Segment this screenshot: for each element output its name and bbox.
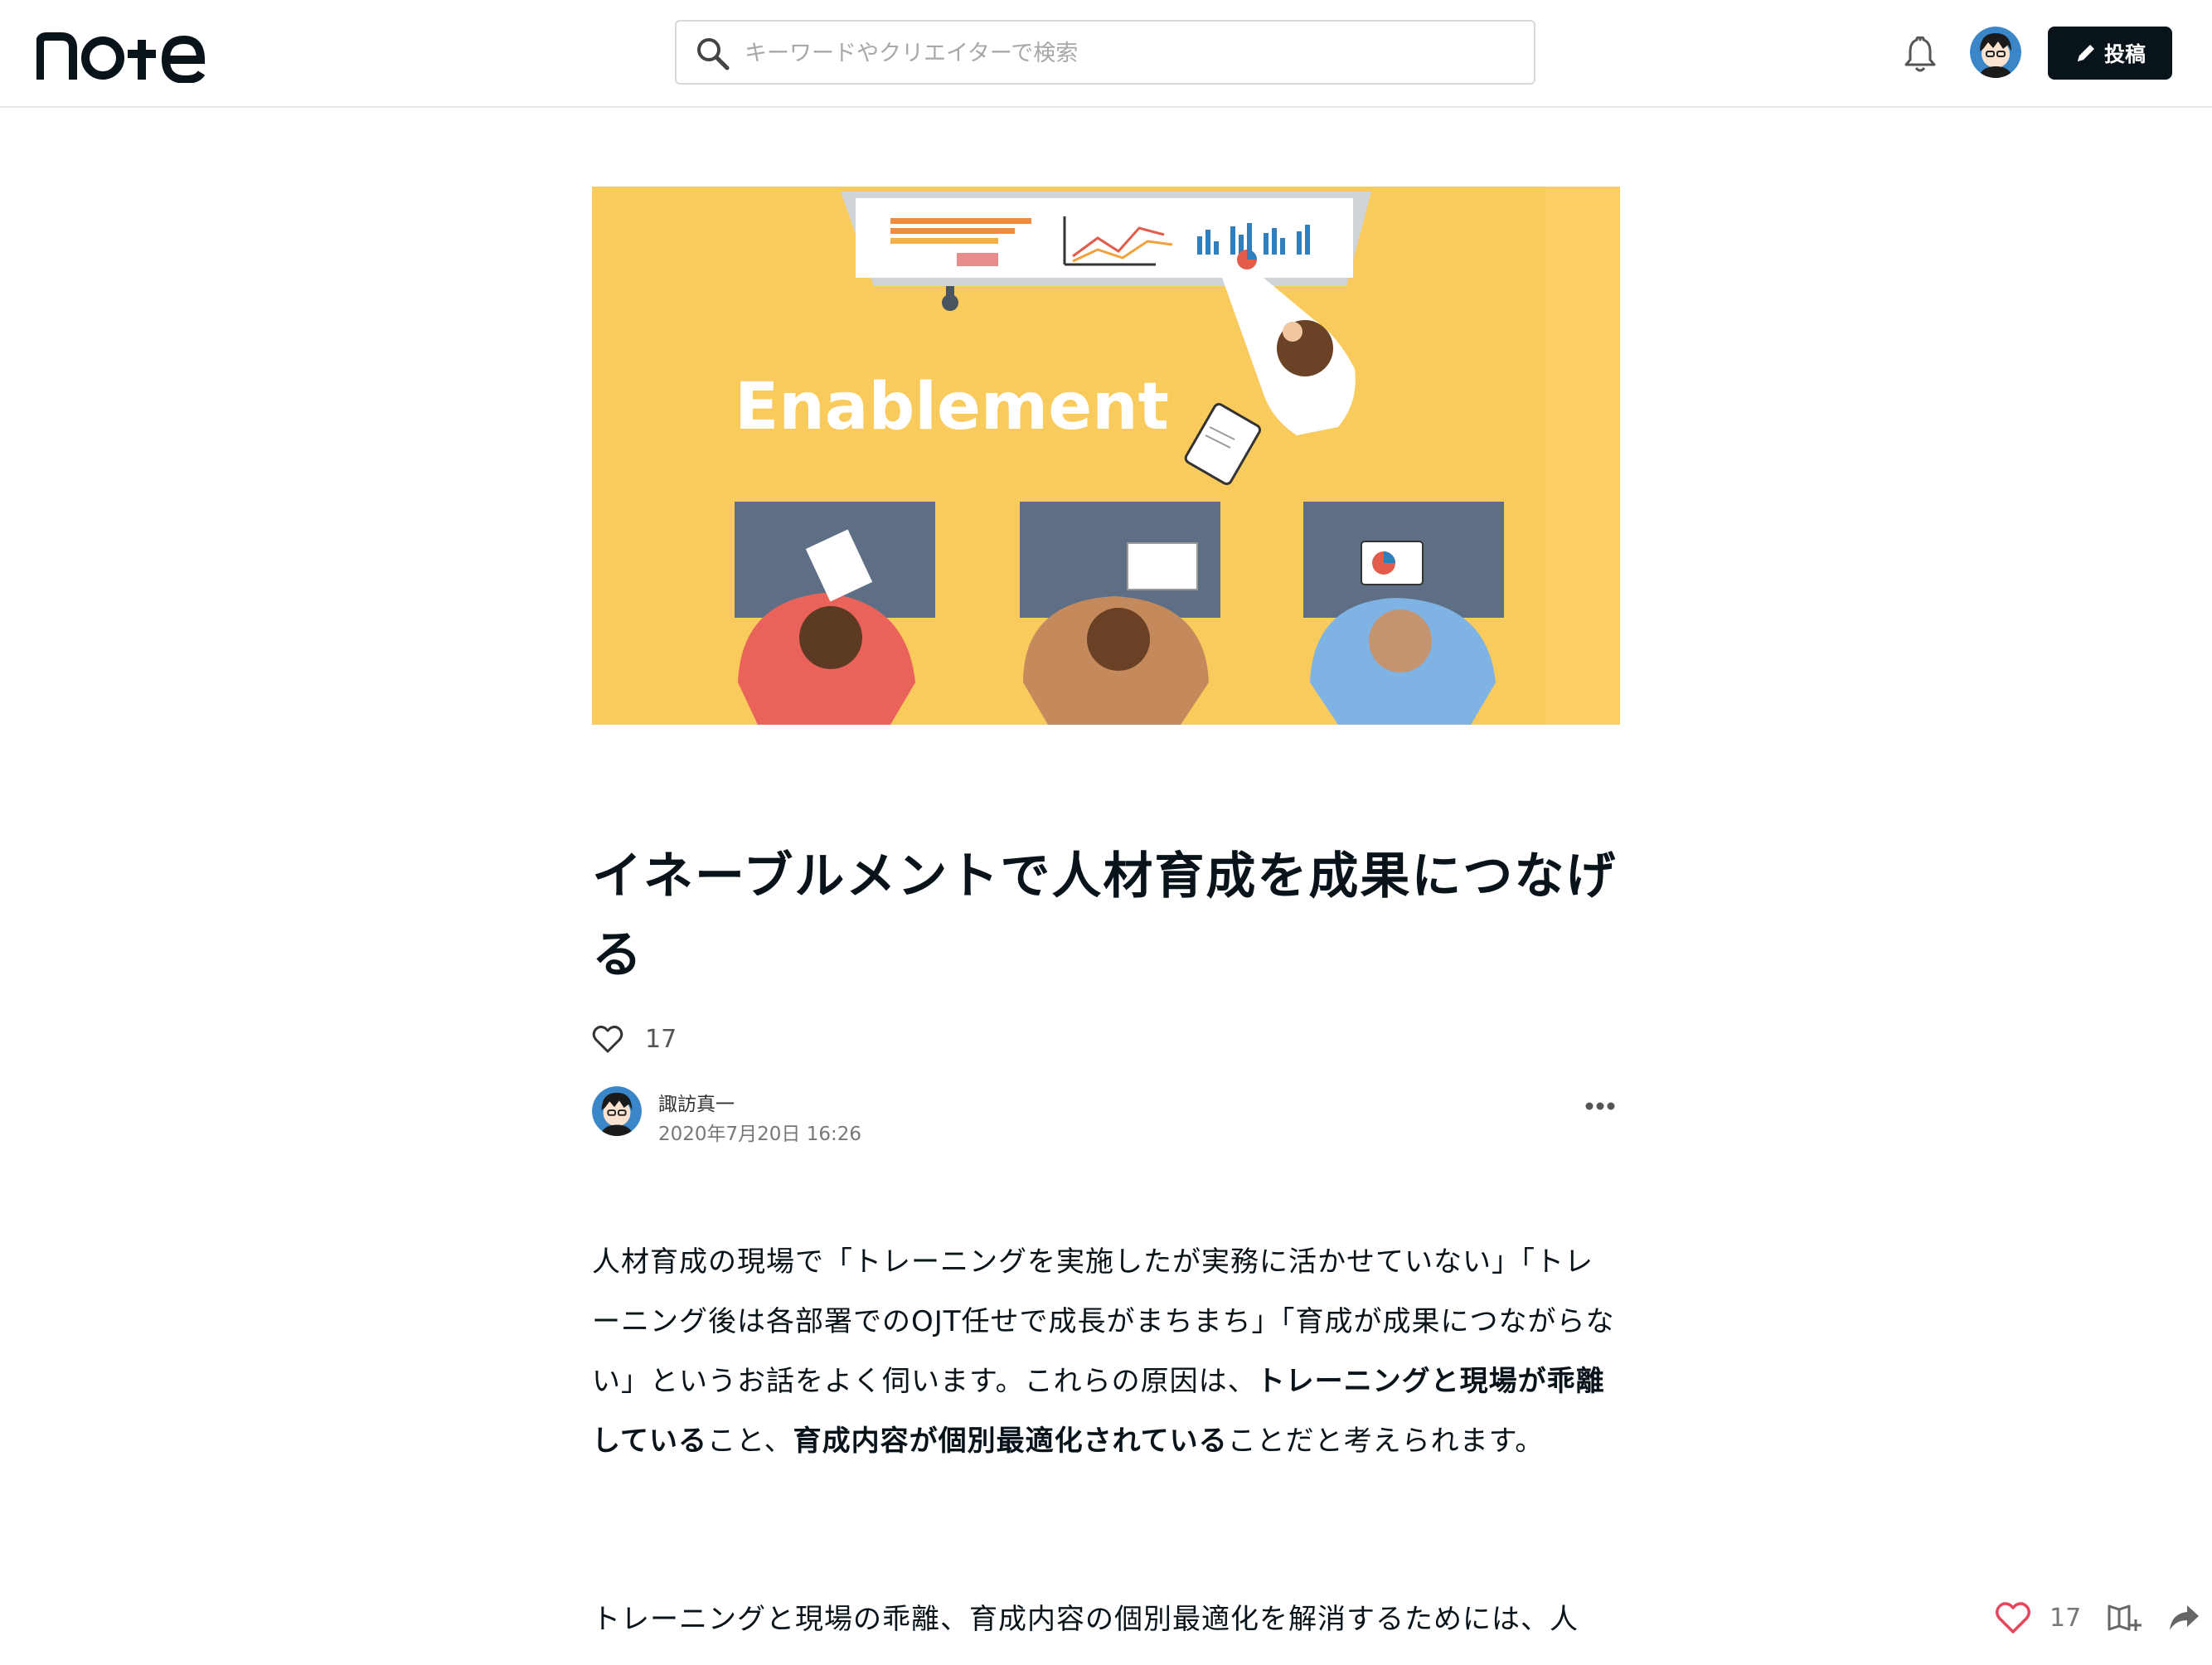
like-row: 17 [592, 1020, 677, 1058]
author-avatar-image [592, 1086, 642, 1136]
emphasis-text: 育成内容が個別最適化されている [793, 1425, 1228, 1458]
heart-icon[interactable] [1995, 1601, 2031, 1634]
heart-icon[interactable] [592, 1024, 623, 1054]
search-icon [697, 38, 730, 70]
more-icon[interactable] [1584, 1096, 1617, 1116]
author-avatar[interactable] [592, 1086, 642, 1136]
share-icon[interactable] [2167, 1602, 2200, 1633]
publish-date: 2020年7月20日 16:26 [658, 1124, 862, 1145]
hero-heading: Enablement [735, 370, 1169, 444]
floating-like-count: 17 [2049, 1603, 2082, 1633]
top-header: note 投稿 [0, 0, 2212, 108]
article-title: イネーブルメントで人材育成を成果につなげる [592, 847, 1618, 984]
search-input[interactable] [743, 28, 1517, 78]
pencil-icon [2077, 45, 2094, 61]
user-avatar[interactable] [1970, 27, 2021, 78]
paragraph-text: こと、 [706, 1425, 793, 1458]
bell-icon[interactable] [1904, 36, 1937, 73]
note-logo[interactable]: note [36, 22, 207, 83]
like-count: 17 [645, 1024, 677, 1054]
article-paragraph-2: トレーニングと現場の乖離、育成内容の個別最適化を解消するためには、人 [592, 1603, 1579, 1636]
post-button-label: 投稿 [2103, 42, 2146, 66]
magazine-add-icon[interactable] [2106, 1601, 2142, 1634]
search-box[interactable] [675, 20, 1535, 85]
author-name[interactable]: 諏訪真一 [658, 1088, 735, 1116]
post-button[interactable]: 投稿 [2048, 27, 2172, 80]
floating-actions: 17 [1995, 1597, 2200, 1638]
hero-image: Enablement [592, 187, 1620, 725]
avatar-image [1970, 27, 2021, 78]
article-paragraph-1: 人材育成の現場で「トレーニングを実施したが実務に活かせていない」「トレーニング後… [592, 1232, 1620, 1471]
paragraph-text: ことだと考えられます。 [1227, 1425, 1545, 1458]
enablement-illustration: Enablement [592, 187, 1620, 725]
